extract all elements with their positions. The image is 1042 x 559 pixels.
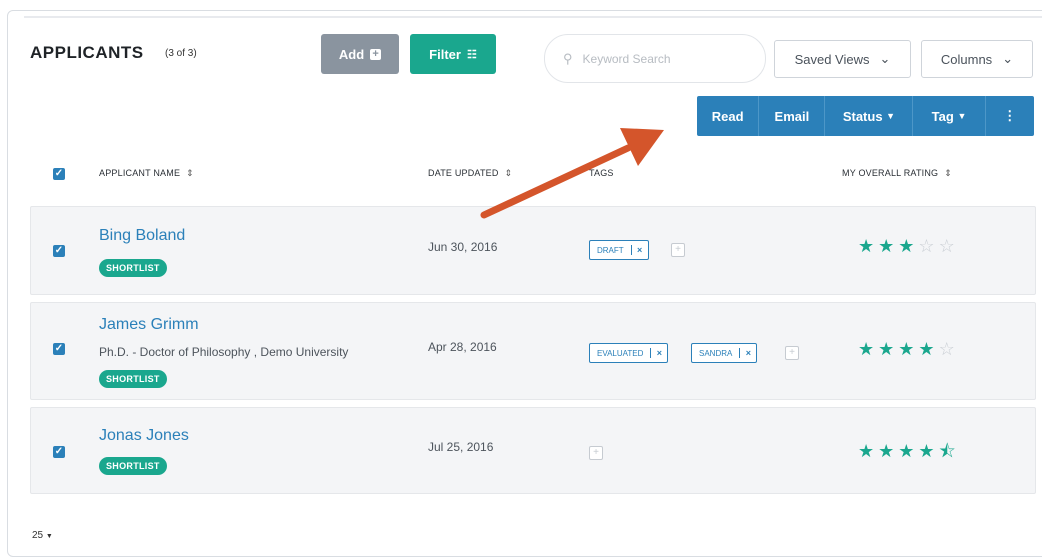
applicant-name-link[interactable]: Jonas Jones	[99, 427, 189, 445]
sort-icon: ⇕	[186, 168, 194, 178]
divider	[24, 16, 1042, 18]
columns-label: Columns	[940, 51, 993, 67]
date-updated: Jul 25, 2016	[428, 440, 494, 454]
applicant-name-link[interactable]: Bing Boland	[99, 227, 185, 245]
sliders-icon: ☷	[466, 48, 477, 61]
page-size-select[interactable]: 25 ▼	[32, 530, 53, 541]
star-icon[interactable]: ★	[918, 441, 938, 461]
tag-chip-label: EVALUATED	[597, 348, 644, 358]
rating-stars[interactable]: ★★★★☆	[858, 339, 959, 360]
saved-views-label: Saved Views	[794, 51, 870, 67]
status-dropdown[interactable]: Status ▼	[825, 96, 914, 136]
rating-stars[interactable]: ★★★☆☆	[858, 236, 959, 257]
star-icon[interactable]: ★	[858, 236, 878, 256]
select-all-checkbox[interactable]: ✓	[53, 168, 65, 180]
status-label: Status	[842, 108, 883, 124]
star-icon[interactable]: ★	[858, 441, 878, 461]
column-header-rating[interactable]: MY OVERALL RATING ⇕	[842, 168, 952, 179]
annotation-arrow-icon	[480, 128, 664, 219]
column-header-name-label: APPLICANT NAME	[99, 168, 181, 178]
star-icon[interactable]: ★	[898, 236, 918, 256]
star-icon[interactable]: ☆	[939, 236, 959, 256]
chevron-down-icon: ⌄	[879, 51, 891, 66]
saved-views-dropdown[interactable]: Saved Views ⌄	[774, 40, 911, 78]
applicant-name-link[interactable]: James Grimm	[99, 316, 199, 334]
tag-label: Tag	[931, 108, 954, 124]
star-icon[interactable]: ★	[918, 339, 938, 359]
tag-chip: SANDRA ×	[691, 343, 758, 363]
sort-icon: ⇕	[944, 168, 953, 178]
read-label: Read	[711, 108, 744, 124]
close-icon[interactable]: ×	[650, 348, 667, 358]
add-tag-icon[interactable]: +	[671, 243, 685, 257]
filter-button[interactable]: Filter ☷	[410, 34, 496, 74]
applicant-degree: Ph.D. - Doctor of Philosophy , Demo Univ…	[99, 345, 349, 359]
tag-dropdown[interactable]: Tag ▼	[913, 96, 986, 136]
add-button-label: Add	[338, 46, 365, 62]
star-icon[interactable]: ★	[898, 339, 918, 359]
star-icon[interactable]: ⯪	[939, 441, 960, 461]
more-vertical-icon: ⋮	[1003, 108, 1017, 123]
status-badge: SHORTLIST	[99, 370, 167, 388]
plus-square-icon: +	[370, 48, 382, 60]
tag-chip-label: SANDRA	[699, 348, 733, 358]
status-badge: SHORTLIST	[99, 457, 167, 475]
star-icon[interactable]: ★	[878, 339, 898, 359]
applicant-count: (3 of 3)	[165, 48, 197, 59]
filter-button-label: Filter	[429, 46, 461, 62]
page-size-value: 25	[32, 530, 44, 541]
read-button[interactable]: Read	[697, 96, 760, 136]
chevron-down-icon: ⌄	[1002, 51, 1014, 66]
caret-down-icon: ▼	[886, 111, 896, 121]
row-checkbox[interactable]: ✓	[53, 446, 65, 458]
tag-chip: DRAFT ×	[589, 240, 649, 260]
star-icon[interactable]: ★	[878, 236, 898, 256]
close-icon[interactable]: ×	[630, 245, 648, 255]
star-icon[interactable]: ☆	[939, 339, 959, 359]
date-updated: Jun 30, 2016	[428, 240, 498, 254]
add-tag-icon[interactable]: +	[785, 346, 799, 360]
more-actions-button[interactable]: ⋮	[986, 96, 1034, 136]
row-checkbox[interactable]: ✓	[53, 343, 65, 355]
search-icon: ⚲	[563, 50, 573, 66]
column-header-rating-label: MY OVERALL RATING	[842, 168, 939, 178]
search-placeholder: Keyword Search	[582, 51, 671, 66]
caret-down-icon: ▼	[957, 111, 967, 121]
add-button[interactable]: Add +	[321, 34, 399, 74]
email-button[interactable]: Email	[759, 96, 826, 136]
star-icon[interactable]: ★	[858, 339, 878, 359]
search-input[interactable]: ⚲ Keyword Search	[544, 34, 766, 83]
tag-chip: EVALUATED ×	[589, 343, 669, 363]
rating-stars[interactable]: ★★★★⯪	[858, 439, 960, 469]
status-badge: SHORTLIST	[99, 259, 167, 277]
add-tag-icon[interactable]: +	[589, 446, 603, 460]
star-icon[interactable]: ☆	[918, 236, 938, 256]
date-updated: Apr 28, 2016	[428, 340, 497, 354]
star-icon[interactable]: ★	[898, 441, 918, 461]
page-title: APPLICANTS	[30, 43, 144, 62]
close-icon[interactable]: ×	[739, 348, 756, 358]
caret-down-icon: ▼	[45, 533, 53, 540]
row-checkbox[interactable]: ✓	[53, 245, 65, 257]
column-header-name[interactable]: APPLICANT NAME ⇕	[99, 168, 194, 179]
columns-dropdown[interactable]: Columns ⌄	[921, 40, 1033, 78]
star-icon[interactable]: ★	[878, 441, 898, 461]
bulk-action-bar: Read Email Status ▼ Tag ▼ ⋮	[697, 96, 1034, 136]
email-label: Email	[774, 108, 810, 124]
tag-chip-label: DRAFT	[597, 245, 624, 255]
